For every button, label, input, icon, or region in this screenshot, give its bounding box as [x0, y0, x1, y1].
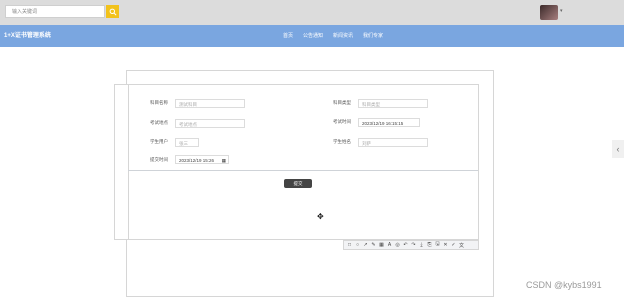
check-icon[interactable]: ✓ — [450, 242, 457, 248]
subject-type-field[interactable]: 科目类型 — [358, 99, 428, 108]
submit-time-value: 2023/12/19 15:26 — [179, 158, 215, 163]
search-icon — [109, 8, 117, 16]
rect-icon[interactable]: □ — [346, 242, 353, 248]
text-icon[interactable]: A — [386, 242, 393, 248]
brand-title: 1+X证书管理系统 — [4, 33, 51, 39]
undo-icon[interactable]: ↶ — [402, 242, 409, 248]
label-exam-location: 考试地点 — [150, 120, 168, 125]
student-name-field[interactable]: 刘萨 — [358, 138, 428, 147]
label-exam-time: 考试时间 — [333, 119, 351, 124]
nav-menu: 首页 公告通知 新闻资讯 我们专家 — [283, 32, 383, 39]
close-icon[interactable]: ✕ — [442, 242, 449, 248]
ocr-icon[interactable]: 文 — [458, 242, 465, 249]
label-subject-name: 科目名称 — [150, 100, 168, 105]
subject-name-field[interactable]: 测试科目 — [175, 99, 245, 108]
exam-location-field[interactable]: 考试地点 — [175, 119, 245, 128]
arrow-icon[interactable]: ↗ — [362, 242, 369, 248]
watermark: CSDN @kybs1991 — [526, 280, 602, 290]
label-subject-type: 科目类型 — [333, 100, 351, 105]
pen-icon[interactable]: ✎ — [370, 242, 377, 248]
nav-item-home[interactable]: 首页 — [283, 32, 293, 39]
target-icon[interactable]: ◎ — [394, 242, 401, 248]
top-bar: 输入关键词 ▾ — [0, 0, 624, 25]
copy-icon[interactable]: ⎘ — [426, 242, 433, 248]
submit-time-field[interactable]: 2023/12/19 15:26 ▦ — [175, 155, 229, 164]
search-button[interactable] — [106, 5, 119, 18]
search-input[interactable]: 输入关键词 — [5, 5, 105, 18]
chevron-down-icon[interactable]: ▾ — [560, 8, 563, 14]
nav-item-news[interactable]: 新闻资讯 — [333, 32, 353, 39]
calendar-icon[interactable]: ▦ — [222, 156, 226, 165]
chevron-left-icon[interactable]: ‹ — [612, 140, 624, 158]
student-user-field[interactable]: 张三 — [175, 138, 199, 147]
nav-item-notice[interactable]: 公告通知 — [303, 32, 323, 39]
circle-icon[interactable]: ○ — [354, 242, 361, 248]
form-divider — [128, 170, 478, 171]
nav-item-experts[interactable]: 我们专家 — [363, 32, 383, 39]
nav-bar: 1+X证书管理系统 首页 公告通知 新闻资讯 我们专家 — [0, 25, 624, 47]
submit-button[interactable]: 提交 — [284, 179, 312, 188]
screenshot-toolbar: □ ○ ↗ ✎ ▦ A ◎ ↶ ↷ ⤓ ⎘ 🖫 ✕ ✓ 文 — [343, 240, 479, 250]
save-icon[interactable]: 🖫 — [434, 241, 441, 249]
divider — [128, 84, 129, 240]
label-student-user: 学生用户 — [150, 139, 168, 144]
download-icon[interactable]: ⤓ — [418, 242, 425, 248]
exam-time-field[interactable]: 2023/12/19 16:15:15 — [358, 118, 420, 127]
label-student-name: 学生姓名 — [333, 139, 351, 144]
label-submit-time: 提交时间 — [150, 157, 168, 162]
move-cursor-icon: ✥ — [317, 212, 324, 221]
redo-icon[interactable]: ↷ — [410, 242, 417, 248]
avatar[interactable] — [540, 5, 558, 20]
mosaic-icon[interactable]: ▦ — [378, 242, 385, 248]
